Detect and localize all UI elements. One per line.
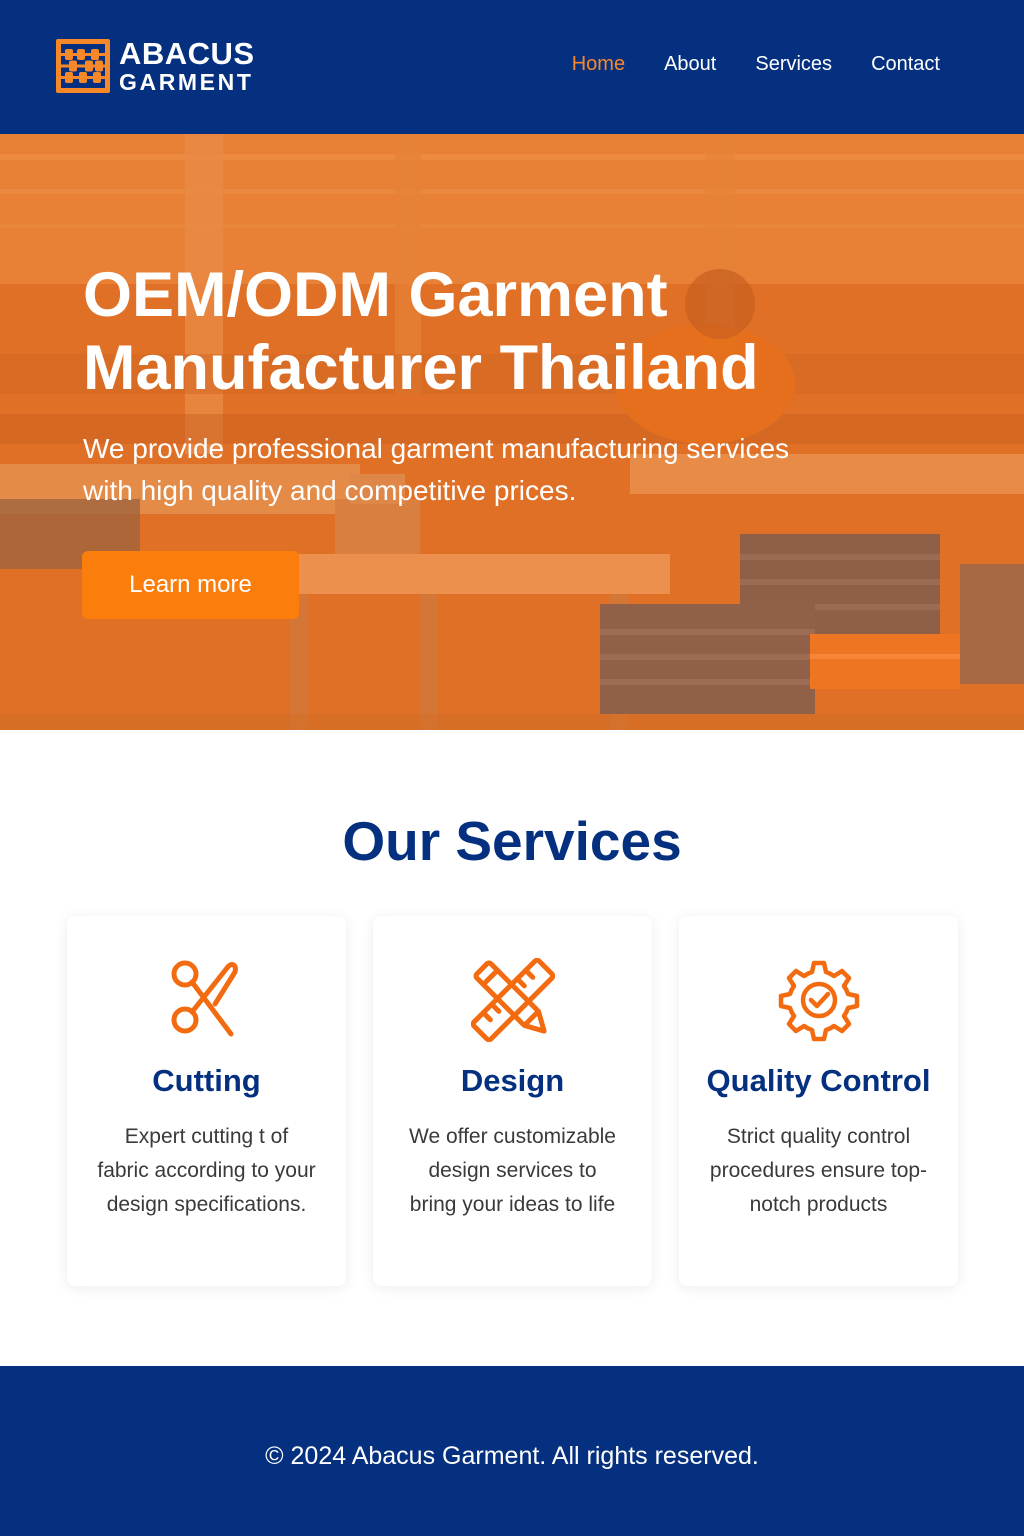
pencil-ruler-icon (470, 958, 555, 1042)
abacus-icon (56, 39, 110, 93)
service-card-description: Expert cutting t of fabric according to … (97, 1125, 316, 1216)
nav-item-about[interactable]: About (664, 52, 716, 76)
service-card-description: Strict quality control procedures ensure… (709, 1125, 928, 1216)
service-card-description: We offer customizable design services to… (409, 1125, 616, 1216)
service-card-title: Cutting (152, 1063, 261, 1098)
service-card-design[interactable]: Design We offer customizable design serv… (373, 916, 652, 1286)
gear-check-icon (778, 960, 859, 1042)
learn-more-button[interactable]: Learn more (82, 551, 299, 619)
service-card-title: Design (460, 1063, 565, 1098)
service-card-cutting[interactable]: Cutting Expert cutting t of fabric accor… (67, 916, 346, 1286)
nav-item-contact[interactable]: Contact (871, 52, 940, 76)
services-heading: Our Services (342, 810, 682, 872)
brand-name-line2: GARMENT (119, 69, 254, 95)
site-footer: © 2024 Abacus Garment. All rights reserv… (0, 1366, 1024, 1536)
brand-name-line1: ABACUS (119, 36, 255, 71)
service-card-title: Quality Control (706, 1063, 931, 1098)
service-card-quality-control[interactable]: Quality Control Strict quality control p… (679, 916, 958, 1286)
footer-copyright: © 2024 Abacus Garment. All rights reserv… (265, 1442, 759, 1470)
hero-section: OEM/ODM Garment Manufacturer Thailand We… (0, 134, 1024, 730)
main-nav: Home About Services Contact (572, 52, 940, 76)
brand-logo[interactable]: ABACUS GARMENT (56, 38, 255, 94)
site-header: ABACUS GARMENT Home About Services Conta… (0, 0, 1024, 134)
nav-item-home[interactable]: Home (572, 52, 625, 76)
hero-subtitle: We provide professional garment manufact… (83, 433, 790, 506)
nav-item-services[interactable]: Services (755, 52, 832, 76)
hero-title: OEM/ODM Garment Manufacturer Thailand (83, 260, 759, 403)
scissors-icon (171, 960, 238, 1037)
brand-name: ABACUS GARMENT (119, 38, 255, 94)
